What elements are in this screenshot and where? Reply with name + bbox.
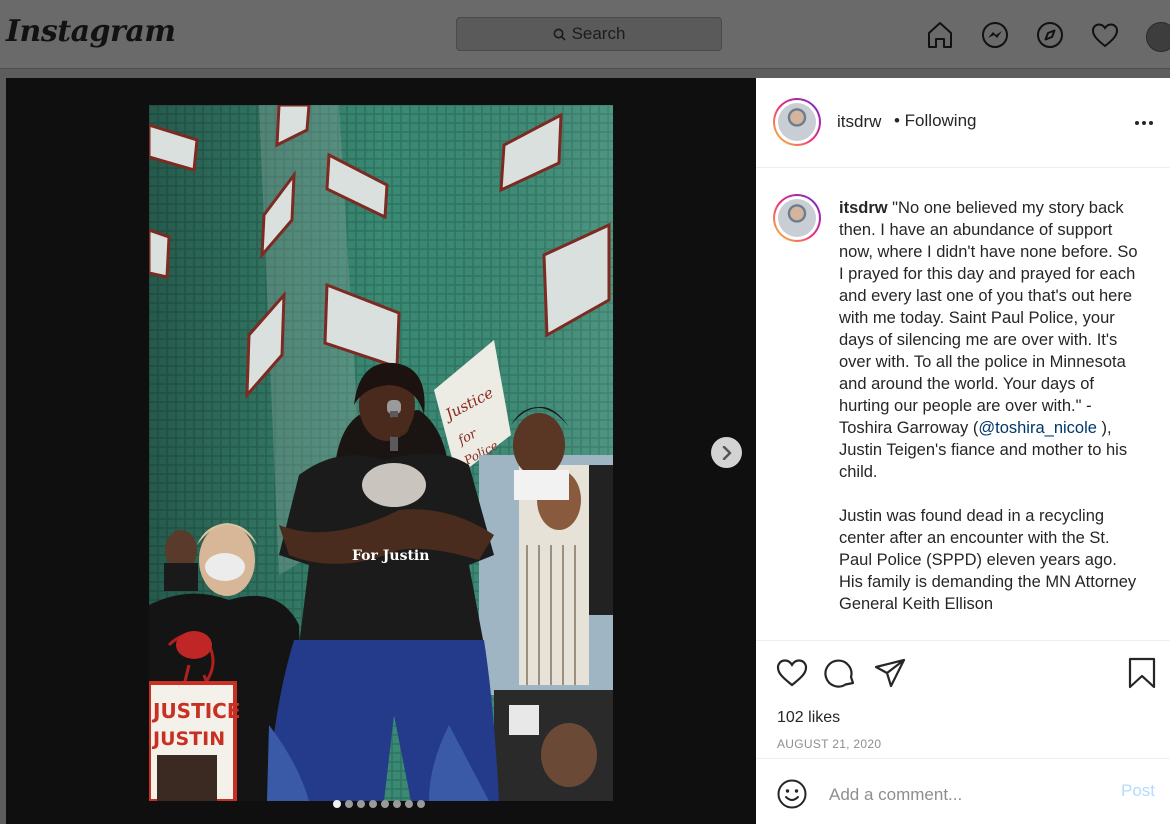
comment-icon[interactable] xyxy=(824,656,858,690)
top-navigation: Instagram Search xyxy=(0,0,1170,69)
caption-text: itsdrw "No one believed my story back th… xyxy=(839,197,1143,615)
post-comment-button[interactable]: Post xyxy=(1121,781,1155,801)
post-header: itsdrw • Following xyxy=(756,78,1170,168)
share-icon[interactable] xyxy=(873,656,907,690)
search-placeholder: Search xyxy=(571,24,626,43)
svg-text:JUSTICE: JUSTICE xyxy=(151,699,241,723)
caption-author-avatar[interactable] xyxy=(773,194,821,242)
carousel-dot xyxy=(345,800,353,808)
like-heart-icon[interactable] xyxy=(775,656,809,690)
messenger-icon[interactable] xyxy=(980,20,1010,50)
search-icon xyxy=(553,28,566,41)
emoji-icon[interactable] xyxy=(776,778,808,810)
caption-username[interactable]: itsdrw xyxy=(839,199,888,217)
add-comment-bar: Post xyxy=(756,758,1170,824)
likes-count[interactable]: 102 likes xyxy=(777,709,840,727)
more-options-icon[interactable] xyxy=(1133,112,1155,134)
carousel-dot xyxy=(369,800,377,808)
explore-icon[interactable] xyxy=(1035,20,1065,50)
carousel-dot xyxy=(393,800,401,808)
svg-text:For Justin: For Justin xyxy=(352,548,429,564)
instagram-logo[interactable]: Instagram xyxy=(6,14,176,49)
comment-input[interactable] xyxy=(827,779,1111,811)
save-bookmark-icon[interactable] xyxy=(1125,656,1159,690)
post-date[interactable]: AUGUST 21, 2020 xyxy=(777,737,881,751)
following-status[interactable]: • Following xyxy=(894,111,977,131)
chevron-right-icon xyxy=(722,445,731,460)
profile-avatar[interactable] xyxy=(1146,22,1170,52)
carousel-dot xyxy=(357,800,365,808)
carousel-dot xyxy=(381,800,389,808)
post-photo[interactable]: Justice for Police JUSTICE JUSTIN For Ju… xyxy=(149,105,613,801)
post-actions: 102 likes AUGUST 21, 2020 xyxy=(756,640,1170,759)
activity-heart-icon[interactable] xyxy=(1090,20,1120,50)
post-detail-panel: itsdrw • Following itsdrw "No one believ… xyxy=(756,78,1170,824)
carousel-indicator xyxy=(333,800,425,808)
carousel-next-button[interactable] xyxy=(711,437,742,468)
home-icon[interactable] xyxy=(925,20,955,50)
carousel-dot xyxy=(417,800,425,808)
search-input[interactable]: Search xyxy=(456,17,722,51)
author-username[interactable]: itsdrw xyxy=(837,112,881,132)
caption-body: "No one believed my story back then. I h… xyxy=(839,199,1138,437)
post-caption: itsdrw "No one believed my story back th… xyxy=(756,168,1170,640)
caption-paragraph: Justin was found dead in a recycling cen… xyxy=(839,507,1137,613)
svg-text:JUSTIN: JUSTIN xyxy=(151,728,225,750)
carousel-dot xyxy=(333,800,341,808)
protest-photo-illustration: Justice for Police JUSTICE JUSTIN For Ju… xyxy=(149,105,613,801)
author-avatar[interactable] xyxy=(773,98,821,146)
caption-mention-link[interactable]: @toshira_nicole xyxy=(978,419,1097,437)
carousel-dot xyxy=(405,800,413,808)
